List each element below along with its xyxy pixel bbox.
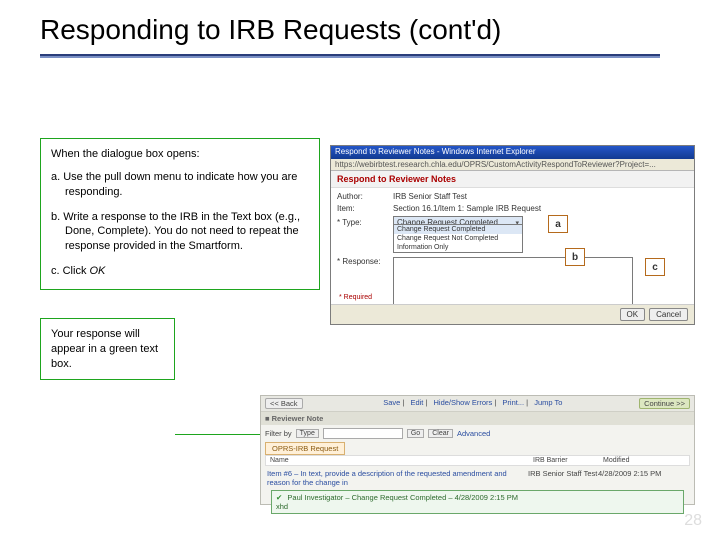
col-name: Name bbox=[266, 456, 529, 465]
callout-c: c bbox=[645, 258, 665, 276]
toolbar-link[interactable]: Edit bbox=[410, 398, 423, 407]
response-textarea[interactable] bbox=[393, 257, 633, 309]
type-option[interactable]: Information Only bbox=[394, 243, 522, 252]
toolbar-link[interactable]: Print... bbox=[502, 398, 524, 407]
response-label: * Response: bbox=[337, 257, 393, 266]
section-header: ■ Reviewer Note bbox=[261, 412, 694, 425]
dialog-footer: OK Cancel bbox=[331, 304, 694, 324]
dialog-url-bar: https://webirbtest.research.chla.edu/OPR… bbox=[331, 159, 694, 171]
type-option[interactable]: Change Request Not Completed bbox=[394, 234, 522, 243]
continue-button[interactable]: Continue >> bbox=[639, 398, 690, 409]
toolbar-link[interactable]: Save bbox=[383, 398, 400, 407]
section-title: Reviewer Note bbox=[272, 414, 324, 423]
instructions-box: When the dialogue box opens: a. Use the … bbox=[40, 138, 320, 290]
table-row: Item #6 – In text, provide a description… bbox=[267, 469, 688, 487]
page-number: 28 bbox=[684, 512, 702, 530]
step-c-action: OK bbox=[90, 265, 106, 277]
left-column: When the dialogue box opens: a. Use the … bbox=[40, 138, 320, 380]
step-b: b. Write a response to the IRB in the Te… bbox=[65, 210, 309, 255]
type-dropdown-list[interactable]: Change Request Completed Change Request … bbox=[393, 224, 523, 253]
type-tab[interactable]: OPRS-IRB Request bbox=[265, 442, 345, 455]
filter-row: Filter by Type Go Clear Advanced bbox=[261, 425, 694, 442]
toolbar-link[interactable]: Jump To bbox=[534, 398, 562, 407]
panel-toolbar: << Back Save | Edit | Hide/Show Errors |… bbox=[261, 396, 694, 412]
check-icon: ✔ bbox=[276, 493, 282, 502]
callout-b: b bbox=[565, 248, 585, 266]
filter-label: Filter by bbox=[265, 429, 292, 438]
dialog-heading: Respond to Reviewer Notes bbox=[331, 171, 694, 188]
dialog-body: Author: IRB Senior Staff Test Item: Sect… bbox=[331, 188, 694, 316]
author-label: Author: bbox=[337, 192, 393, 201]
col-barrier: IRB Barrier bbox=[529, 456, 599, 465]
callout-a: a bbox=[548, 215, 568, 233]
result-box: Your response will appear in a green tex… bbox=[40, 318, 175, 381]
instructions-lead: When the dialogue box opens: bbox=[51, 147, 309, 162]
go-button[interactable]: Go bbox=[407, 429, 424, 438]
clear-button[interactable]: Clear bbox=[428, 429, 453, 438]
filter-input[interactable] bbox=[323, 428, 403, 439]
advanced-link[interactable]: Advanced bbox=[457, 429, 490, 438]
response-line: Paul Investigator – Change Request Compl… bbox=[287, 493, 518, 502]
cancel-button[interactable]: Cancel bbox=[649, 308, 688, 321]
row-barrier: IRB Senior Staff Test bbox=[528, 469, 598, 487]
type-option[interactable]: Change Request Completed bbox=[394, 225, 522, 234]
back-button[interactable]: << Back bbox=[265, 398, 303, 409]
table-header: Name IRB Barrier Modified bbox=[265, 455, 690, 466]
toolbar-links: Save | Edit | Hide/Show Errors | Print..… bbox=[379, 398, 562, 409]
reviewer-panel: << Back Save | Edit | Hide/Show Errors |… bbox=[260, 395, 695, 505]
filter-field-select[interactable]: Type bbox=[296, 429, 319, 438]
dialog-window: Respond to Reviewer Notes - Windows Inte… bbox=[330, 145, 695, 325]
author-value: IRB Senior Staff Test bbox=[393, 192, 688, 201]
col-modified: Modified bbox=[599, 456, 689, 465]
step-a: a. Use the pull down menu to indicate ho… bbox=[65, 170, 309, 200]
item-value: Section 16.1/Item 1: Sample IRB Request bbox=[393, 204, 688, 213]
ok-button[interactable]: OK bbox=[620, 308, 646, 321]
dialog-titlebar: Respond to Reviewer Notes - Windows Inte… bbox=[331, 146, 694, 159]
response-text: xhd bbox=[276, 502, 679, 511]
step-c-prefix: c. Click bbox=[51, 265, 90, 277]
item-label: Item: bbox=[337, 204, 393, 213]
row-name[interactable]: Item #6 – In text, provide a description… bbox=[267, 469, 528, 487]
response-entry: ✔ Paul Investigator – Change Request Com… bbox=[271, 490, 684, 514]
type-label: * Type: bbox=[337, 218, 393, 227]
step-c: c. Click OK bbox=[65, 264, 309, 279]
row-modified: 4/28/2009 2:15 PM bbox=[598, 469, 688, 487]
title-rule bbox=[40, 54, 660, 58]
page-title: Responding to IRB Requests (cont'd) bbox=[0, 0, 720, 46]
required-note: * Required bbox=[339, 294, 372, 301]
toolbar-link[interactable]: Hide/Show Errors bbox=[434, 398, 493, 407]
